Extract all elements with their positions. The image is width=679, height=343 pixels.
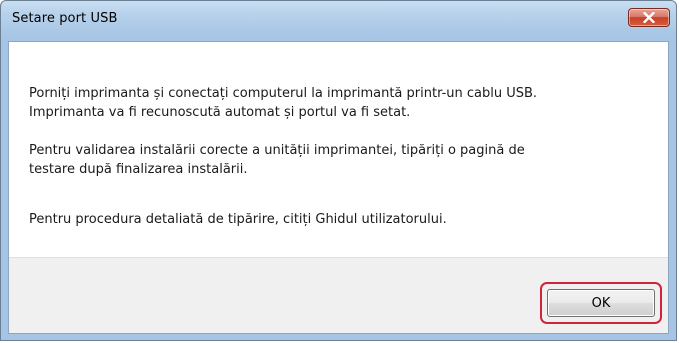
message-area: Porniți imprimanta și conectați computer… [9,42,668,257]
message-paragraph-1: Porniți imprimanta și conectați computer… [29,84,649,122]
message-paragraph-2: Pentru validarea instalării corecte a un… [29,141,649,179]
ok-button-highlight: OK [540,282,662,324]
close-x-icon [643,12,655,23]
title-bar[interactable]: Setare port USB [1,1,676,41]
button-bar: OK [9,257,668,333]
message-line: Imprimanta va fi recunoscută automat și … [29,105,411,120]
message-line: testare după finalizarea instalării. [29,162,248,177]
ok-button[interactable]: OK [547,289,655,317]
message-line: Pentru validarea instalării corecte a un… [29,143,525,158]
message-line: Pentru procedura detaliată de tipărire, … [29,212,447,227]
window-title: Setare port USB [12,11,118,26]
message-line: Porniți imprimanta și conectați computer… [29,86,538,101]
close-button[interactable] [628,8,670,27]
dialog-client-area: Porniți imprimanta și conectați computer… [8,41,669,334]
message-paragraph-3: Pentru procedura detaliată de tipărire, … [29,210,649,229]
dialog-window: Setare port USB Porniți imprimanta și co… [0,0,677,341]
